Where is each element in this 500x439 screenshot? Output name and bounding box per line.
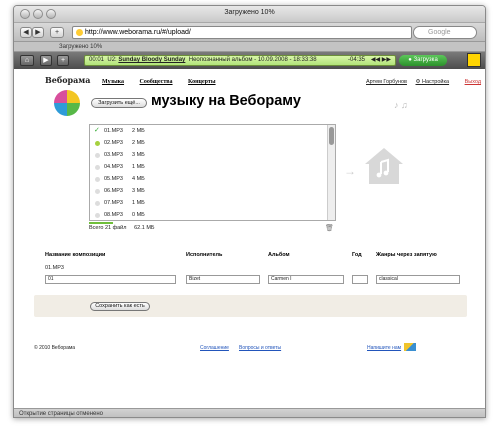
music-notes-icon: ♪ ♫ — [394, 100, 408, 110]
now-playing-track[interactable]: 00:01 U2: Sunday Bloody Sunday Неопознан… — [84, 55, 396, 66]
player-controls-icon[interactable]: ◀◀ ▶▶ — [371, 56, 391, 65]
browser-toolbar: ◀ ▶ + http://www.weborama.ru/#/upload/ G… — [14, 23, 485, 42]
album-input[interactable]: Carmen I — [268, 275, 344, 284]
save-as-is-button[interactable]: Сохранить как есть — [90, 302, 150, 311]
play-time: 00:01 — [89, 57, 105, 63]
upload-file-list: ✓ 01.MP3 2 МБ 02.MP3 2 МБ 03.MP3 3 МБ 04.MP3 1 М… — [89, 124, 336, 221]
list-scrollbar[interactable] — [327, 125, 335, 220]
status-dot-icon — [95, 153, 100, 158]
file-name: 07.MP3 — [104, 200, 123, 206]
track-artist: U2: — [107, 57, 117, 63]
file-size: 2 МБ — [132, 128, 145, 134]
mail-icon[interactable] — [404, 343, 416, 351]
upload-progress-bar — [89, 222, 113, 224]
file-size: 3 МБ — [132, 152, 145, 158]
music-player-bar: ⌂ ▶ + 00:01 U2: Sunday Bloody Sunday Нео… — [14, 52, 485, 69]
browser-window: Загружено 10% ◀ ▶ + http://www.weborama.… — [13, 5, 486, 418]
address-bar[interactable]: http://www.weborama.ru/#/upload/ — [72, 26, 412, 39]
logo-globe-icon — [54, 90, 80, 116]
file-name: 05.MP3 — [104, 176, 123, 182]
search-field[interactable]: Google — [413, 26, 477, 39]
file-size: 1 МБ — [132, 164, 145, 170]
user-avatar[interactable] — [467, 53, 481, 67]
weborama-logo[interactable]: Веборама — [29, 72, 90, 117]
main-nav: Музыка Сообщества Концерты — [102, 79, 230, 85]
file-size: 3 МБ — [132, 188, 145, 194]
nav-communities[interactable]: Сообщества — [140, 79, 173, 85]
save-panel: Сохранить как есть — [34, 295, 467, 317]
file-row[interactable]: 08.MP3 0 МБ — [90, 209, 335, 220]
arrow-right-icon: → — [344, 164, 356, 178]
genres-header: Жанры через запятую — [376, 252, 437, 258]
copyright: © 2010 Веборама — [34, 345, 76, 351]
status-dot-icon — [95, 165, 100, 170]
file-size: 0 МБ — [132, 212, 145, 218]
file-name: 08.MP3 — [104, 212, 123, 218]
artist-header: Исполнитель — [186, 252, 223, 258]
trash-icon[interactable]: 🗑 — [325, 224, 334, 232]
home-icon[interactable]: ⌂ — [20, 55, 34, 66]
file-name: 06.MP3 — [104, 188, 123, 194]
file-row[interactable]: 07.MP3 1 МБ — [90, 197, 335, 209]
settings-link[interactable]: ⚙ Настройка — [416, 79, 457, 85]
new-tab-button[interactable]: + — [50, 27, 64, 38]
nav-music[interactable]: Музыка — [102, 79, 124, 85]
year-header: Год — [352, 252, 362, 258]
file-row[interactable]: 04.MP3 1 МБ — [90, 161, 335, 173]
status-dot-icon — [95, 141, 100, 146]
file-name: 01.MP3 — [104, 128, 123, 134]
exit-link[interactable]: Выход — [465, 79, 481, 85]
file-name-label: 01.MP3 — [45, 265, 64, 271]
tab-loading[interactable]: Загружено 10% — [14, 42, 485, 52]
nav-concerts[interactable]: Концерты — [188, 79, 216, 85]
artist-input[interactable]: Bizet — [186, 275, 260, 284]
file-row[interactable]: 06.MP3 3 МБ — [90, 185, 335, 197]
file-name: 04.MP3 — [104, 164, 123, 170]
upload-total: Всего 21 файл 62.1 МБ — [89, 225, 155, 231]
contact-link[interactable]: Напишите нам — [367, 345, 401, 351]
agreement-link[interactable]: Соглашение — [200, 345, 229, 351]
download-button[interactable]: ● Загрузка — [399, 55, 447, 66]
add-icon[interactable]: + — [57, 55, 69, 66]
window-title: Загружено 10% — [224, 9, 275, 16]
home-library-icon — [365, 148, 403, 184]
forward-button[interactable]: ▶ — [32, 27, 44, 38]
user-bar: Артем Горбунов ⚙ Настройка Выход — [366, 79, 485, 85]
file-row[interactable]: 03.MP3 3 МБ — [90, 149, 335, 161]
track-info: Неопознанный альбом - 10.09.2008 - 18:33… — [188, 57, 317, 63]
track-title[interactable]: Sunday Bloody Sunday — [118, 57, 185, 63]
file-name: 03.MP3 — [104, 152, 123, 158]
year-input[interactable] — [352, 275, 368, 284]
play-icon[interactable]: ▶ — [40, 55, 52, 66]
genres-input[interactable]: classical — [376, 275, 460, 284]
back-button[interactable]: ◀ — [20, 27, 32, 38]
title-bar: Загружено 10% — [14, 6, 485, 23]
status-dot-icon — [95, 213, 100, 218]
status-dot-icon — [95, 201, 100, 206]
album-header: Альбом — [268, 252, 290, 258]
check-icon: ✓ — [94, 127, 100, 134]
time-remaining: -04:35 — [347, 57, 365, 63]
file-row[interactable]: ✓ 01.MP3 2 МБ — [90, 125, 335, 137]
status-bar: Открытие страницы отменено — [14, 408, 485, 417]
page-title: музыку на Вебораму — [151, 93, 301, 109]
faq-link[interactable]: Вопросы и ответы — [239, 345, 281, 351]
upload-more-button[interactable]: Загрузить ещё... — [91, 98, 147, 108]
title-header: Название композиции — [45, 252, 106, 258]
status-dot-icon — [95, 189, 100, 194]
file-name: 02.MP3 — [104, 140, 123, 146]
file-row[interactable]: 02.MP3 2 МБ — [90, 137, 335, 149]
username-link[interactable]: Артем Горбунов — [366, 79, 407, 85]
site-favicon-icon — [76, 29, 83, 36]
file-row[interactable]: 05.MP3 4 МБ — [90, 173, 335, 185]
file-size: 4 МБ — [132, 176, 145, 182]
page-content: Веборама Музыка Сообщества Концерты Арте… — [14, 72, 485, 408]
file-size: 1 МБ — [132, 200, 145, 206]
title-input[interactable]: 01 — [45, 275, 176, 284]
status-dot-icon — [95, 177, 100, 182]
file-size: 2 МБ — [132, 140, 145, 146]
